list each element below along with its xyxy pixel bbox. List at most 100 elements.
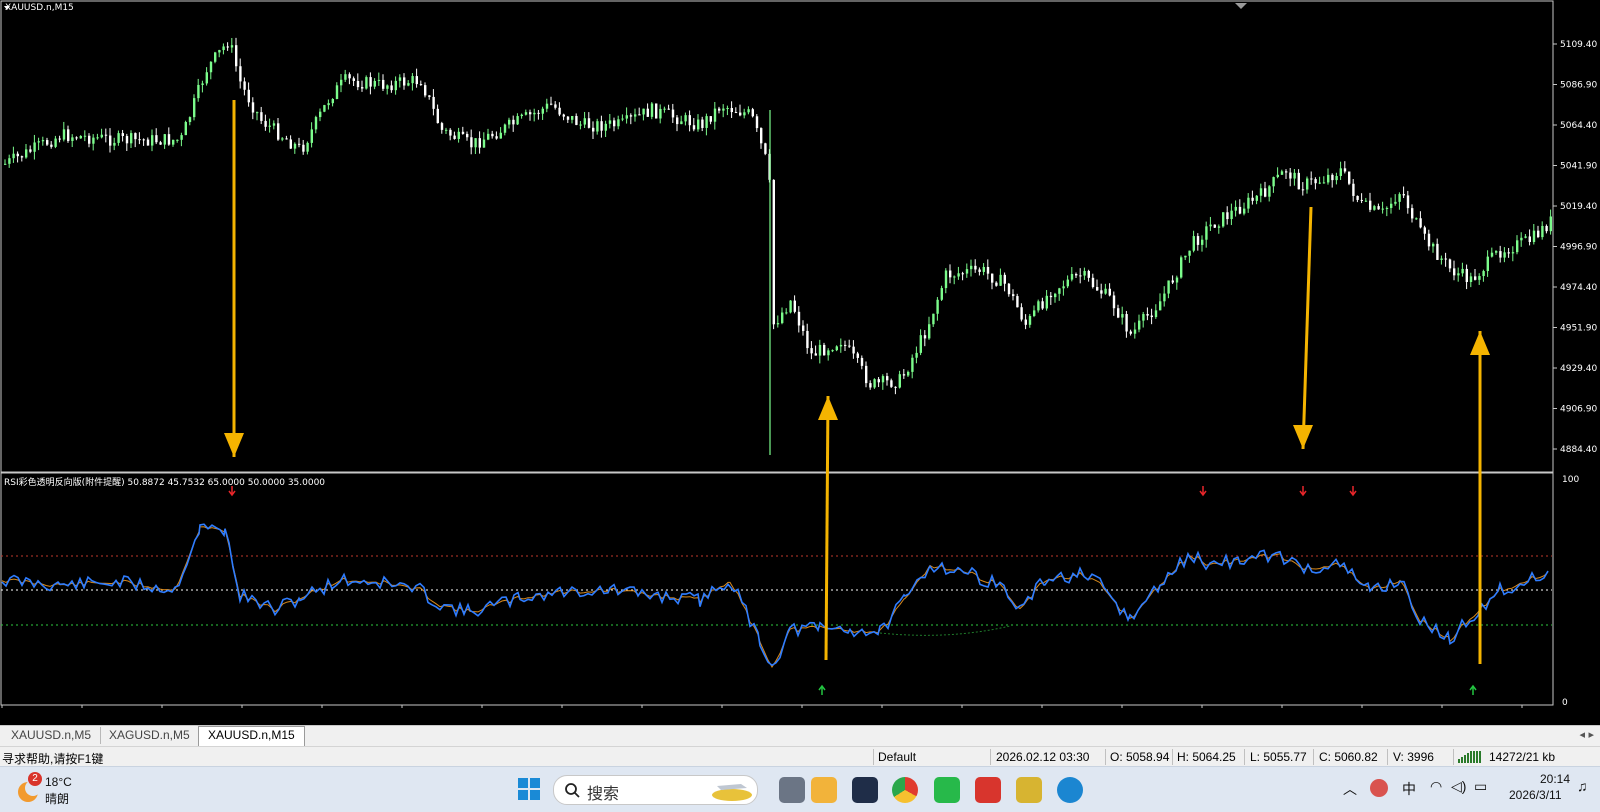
tab-xauusd-m15[interactable]: XAUUSD.n,M15 — [198, 726, 305, 746]
candle-body — [814, 353, 817, 356]
candle-body — [319, 111, 322, 118]
tray-app-icon[interactable] — [1370, 779, 1388, 797]
candle-body — [104, 134, 108, 136]
notification-bell-icon[interactable]: ♫ — [1577, 778, 1588, 794]
candle-body — [235, 45, 238, 67]
price-chart-canvas[interactable]: 5109.40 5086.90 5064.40 5041.90 5019.40 4996.… — [0, 0, 1600, 708]
candle-body — [461, 131, 465, 134]
candle-body — [1503, 252, 1506, 258]
candle-body — [29, 149, 32, 152]
candle-body — [495, 136, 498, 139]
candle-body — [88, 135, 91, 144]
volume-icon[interactable]: ◁) — [1451, 778, 1466, 795]
candle-body — [781, 312, 784, 324]
candle-body — [508, 119, 511, 125]
candle-body — [12, 153, 15, 159]
status-datetime: 2026.02.12 03:30 — [996, 750, 1090, 764]
candle-body — [20, 156, 24, 158]
candle-body — [760, 128, 763, 144]
chrome-icon[interactable] — [892, 777, 918, 803]
candle-body — [608, 120, 612, 124]
task-view-icon[interactable] — [779, 777, 805, 803]
candle-body — [1058, 288, 1061, 294]
candle-body — [650, 103, 654, 117]
candle-body — [1003, 274, 1006, 284]
app-cat-icon[interactable] — [852, 777, 878, 803]
candle-body — [1129, 331, 1132, 334]
traffic-bars-icon — [1458, 751, 1484, 766]
wifi-icon[interactable]: ◠ — [1430, 778, 1442, 795]
candle-body — [491, 133, 494, 137]
ec-app-icon[interactable] — [975, 777, 1001, 803]
tab-scroll-arrows[interactable]: ◂ ▸ — [1579, 728, 1594, 741]
candle-body — [995, 282, 998, 286]
candle-body — [285, 138, 288, 140]
candle-body — [466, 133, 469, 138]
candle-body — [642, 108, 645, 115]
annotation-arrowhead — [1293, 425, 1313, 449]
candle-body — [1398, 194, 1401, 202]
candle-body — [352, 78, 355, 81]
candle-body — [928, 324, 931, 339]
scroll-marker-icon — [1235, 3, 1247, 9]
candle-body — [293, 143, 297, 149]
metatrader-icon[interactable] — [1016, 777, 1042, 803]
candle-body — [793, 300, 796, 312]
price-label: 4906.90 — [1560, 405, 1597, 415]
candle-body — [923, 335, 927, 339]
status-traffic: 14272/21 kb — [1489, 750, 1556, 764]
price-label: 5019.40 — [1560, 202, 1597, 212]
weather-widget[interactable]: 2 18°C 晴朗 — [14, 772, 94, 808]
candle-body — [827, 350, 830, 356]
sell-signal-marker — [1299, 486, 1307, 497]
candle-body — [142, 139, 145, 141]
candle-body — [201, 83, 204, 85]
candle-body — [1276, 174, 1279, 178]
tab-xauusd-m5[interactable]: XAUUSD.n,M5 — [2, 727, 102, 744]
taskbar-search-box[interactable]: 搜索 — [553, 775, 758, 805]
candle-body — [373, 80, 376, 87]
candle-body — [818, 344, 822, 356]
weather-temperature: 18°C — [45, 775, 72, 789]
candle-body — [205, 72, 208, 84]
clock-time[interactable]: 20:14 — [1530, 772, 1570, 786]
status-bar: 寻求帮助,请按F1键 Default 2026.02.12 03:30 O: 5… — [0, 746, 1600, 767]
candle-body — [503, 124, 507, 133]
edge-icon[interactable] — [1057, 777, 1083, 803]
candle-body — [445, 129, 448, 131]
candle-body — [1070, 274, 1074, 280]
search-placeholder: 搜索 — [587, 786, 620, 803]
candle-body — [730, 107, 733, 113]
indicator-title: RSI彩色透明反向版(附件提醒) 50.8872 45.7532 65.0000… — [4, 478, 326, 488]
candle-body — [940, 288, 943, 300]
chart-window[interactable]: 5109.40 5086.90 5064.40 5041.90 5019.40 4996.… — [0, 0, 1600, 708]
candle-body — [1096, 287, 1099, 291]
candle-body — [978, 269, 981, 272]
tab-xagusd-m5[interactable]: XAGUSD.n,M5 — [100, 727, 200, 744]
candle-body — [709, 116, 712, 122]
candle-body — [50, 144, 53, 147]
candle-body — [1343, 168, 1347, 172]
candle-body — [965, 269, 969, 274]
candle-body — [1381, 208, 1384, 210]
start-button[interactable] — [517, 777, 541, 801]
indicator-scale-top: 100 — [1562, 475, 1579, 485]
candle-body — [566, 116, 570, 120]
battery-icon[interactable]: ▭ — [1474, 778, 1487, 795]
candle-body — [58, 138, 61, 140]
candle-body — [407, 83, 410, 86]
candle-body — [1087, 270, 1090, 278]
clock-date[interactable]: 2026/3/11 — [1509, 788, 1562, 802]
candle-body — [1217, 226, 1221, 228]
candle-body — [453, 135, 456, 139]
ime-indicator[interactable]: 中 — [1402, 779, 1416, 799]
wechat-icon[interactable] — [934, 777, 960, 803]
candle-body — [226, 46, 229, 48]
candle-body — [848, 345, 851, 347]
candle-body — [1222, 212, 1225, 227]
candle-body — [844, 344, 847, 346]
tray-overflow-icon[interactable]: ︿ — [1343, 779, 1357, 799]
file-explorer-icon[interactable] — [811, 777, 837, 803]
candle-body — [743, 112, 746, 116]
candle-body — [1024, 319, 1027, 325]
